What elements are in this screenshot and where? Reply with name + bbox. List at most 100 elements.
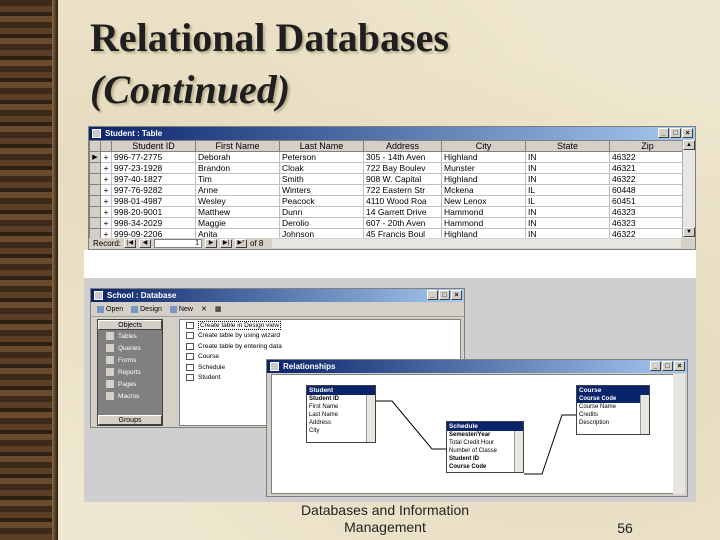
column-header[interactable]: Address (363, 140, 442, 152)
table-cell[interactable]: Munster (441, 162, 526, 174)
table-cell[interactable]: 46323 (609, 206, 686, 218)
table-cell[interactable]: 14 Garrett Drive (363, 206, 442, 218)
field-list-scrollbar[interactable] (514, 431, 523, 472)
table-row[interactable]: +997-76-9282 Anne Winters 722 Eastern Str Mc… (89, 184, 686, 196)
close-button[interactable]: × (451, 290, 462, 300)
table-cell[interactable]: 46322 (609, 151, 686, 163)
record-selector[interactable] (89, 173, 101, 185)
scroll-down-arrow-icon[interactable]: ▼ (683, 227, 695, 237)
table-cell[interactable]: 4110 Wood Roa (363, 195, 442, 207)
field-item[interactable]: Number of Classe (447, 447, 523, 455)
new-record-icon[interactable]: ▶* (235, 239, 248, 248)
record-selector[interactable]: ▶ (89, 151, 101, 163)
field-item[interactable]: Course Code (577, 395, 649, 403)
table-row[interactable]: +998-01-4987 Wesley Peacock 4110 Wood Roa Ne… (89, 195, 686, 207)
maximize-button[interactable]: □ (439, 290, 450, 300)
close-button[interactable]: × (674, 361, 685, 371)
next-record-icon[interactable]: ▶ (205, 239, 218, 248)
open-button[interactable]: Open (97, 305, 123, 313)
table-cell[interactable]: Peterson (279, 151, 364, 163)
table-cell[interactable]: Winters (279, 184, 364, 196)
table-cell[interactable]: 908 W. Capital (363, 173, 442, 185)
expand-icon[interactable]: + (100, 184, 112, 196)
table-cell[interactable]: IN (525, 151, 610, 163)
student-table-box[interactable]: Student Student ID First Name Last Name Addr… (306, 385, 376, 443)
table-cell[interactable]: IL (525, 195, 610, 207)
previous-record-icon[interactable]: ◀ (139, 239, 152, 248)
close-button[interactable]: × (682, 128, 693, 138)
delete-icon[interactable]: ✕ (201, 305, 207, 313)
table-cell[interactable]: Tim (195, 173, 280, 185)
database-window-titlebar[interactable]: School : Database _ □ × (91, 289, 464, 302)
relationships-window-titlebar[interactable]: Relationships _ □ × (267, 360, 687, 373)
field-item[interactable]: Course Code (447, 463, 523, 471)
table-cell[interactable]: IN (525, 173, 610, 185)
table-cell[interactable]: 46321 (609, 162, 686, 174)
expand-icon[interactable]: + (100, 151, 112, 163)
table-cell[interactable]: Derolio (279, 217, 364, 229)
field-item[interactable]: Student ID (307, 395, 375, 403)
table-cell[interactable]: 46323 (609, 217, 686, 229)
table-cell[interactable]: IN (525, 217, 610, 229)
table-cell[interactable]: 60451 (609, 195, 686, 207)
field-item[interactable]: Total Credit Hour (447, 439, 523, 447)
table-cell[interactable]: 997-76-9282 (111, 184, 196, 196)
objects-header[interactable]: Objects (98, 320, 162, 330)
field-item[interactable]: Address (307, 419, 375, 427)
expand-icon[interactable]: + (100, 195, 112, 207)
field-list-scrollbar[interactable] (640, 395, 649, 434)
table-row[interactable]: +997-23-1928 Brandon Cloak 722 Bay Boulev Mu… (89, 162, 686, 174)
record-selector[interactable] (89, 206, 101, 218)
table-cell[interactable]: 722 Eastern Str (363, 184, 442, 196)
table-cell[interactable]: Deborah (195, 151, 280, 163)
table-cell[interactable]: IN (525, 206, 610, 218)
column-header[interactable]: Student ID (111, 140, 196, 152)
field-list-scrollbar[interactable] (366, 395, 375, 442)
first-record-icon[interactable]: |◀ (124, 239, 137, 248)
field-item[interactable]: First Name (307, 403, 375, 411)
student-window-titlebar[interactable]: Student : Table _ □ × (89, 127, 695, 140)
table-cell[interactable]: Peacock (279, 195, 364, 207)
table-cell[interactable]: Mckena (441, 184, 526, 196)
table-cell[interactable]: 305 - 14th Aven (363, 151, 442, 163)
table-cell[interactable]: Cloak (279, 162, 364, 174)
record-selector[interactable] (89, 195, 101, 207)
maximize-button[interactable]: □ (662, 361, 673, 371)
table-row[interactable]: +998-20-9001 Matthew Dunn 14 Garrett Drive H… (89, 206, 686, 218)
table-row[interactable]: ▶ +996-77-2775 Deborah Peterson 305 - 14th A… (89, 151, 686, 163)
table-cell[interactable]: New Lenox (441, 195, 526, 207)
table-cell[interactable]: 46322 (609, 173, 686, 185)
expand-icon[interactable]: + (100, 173, 112, 185)
design-button[interactable]: Design (131, 305, 162, 313)
relationships-scrollbar[interactable] (673, 374, 685, 494)
view-icon[interactable]: ▦ (215, 305, 222, 313)
table-cell[interactable]: Brandon (195, 162, 280, 174)
table-cell[interactable]: Hammond (441, 206, 526, 218)
table-cell[interactable]: Dunn (279, 206, 364, 218)
field-item[interactable]: Student ID (447, 455, 523, 463)
table-row[interactable]: +997-40-1827 Tim Smith 908 W. Capital Highla… (89, 173, 686, 185)
table-cell[interactable]: 997-23-1928 (111, 162, 196, 174)
table-cell[interactable]: Highland (441, 173, 526, 185)
database-list-item[interactable]: Create table by using wizard (180, 331, 460, 342)
expand-icon[interactable]: + (100, 206, 112, 218)
object-tables[interactable]: Tables (98, 330, 162, 342)
vertical-scrollbar[interactable]: ▲ ▼ (682, 140, 695, 239)
record-selector[interactable] (89, 217, 101, 229)
table-cell[interactable]: 996-77-2775 (111, 151, 196, 163)
minimize-button[interactable]: _ (658, 128, 669, 138)
table-cell[interactable]: Matthew (195, 206, 280, 218)
new-button[interactable]: New (169, 305, 193, 313)
column-header[interactable]: Last Name (279, 140, 364, 152)
table-cell[interactable]: Anne (195, 184, 280, 196)
table-cell[interactable]: 998-34-2029 (111, 217, 196, 229)
minimize-button[interactable]: _ (650, 361, 661, 371)
column-header[interactable]: First Name (195, 140, 280, 152)
object-forms[interactable]: Forms (98, 354, 162, 366)
database-list-item[interactable]: Create table by entering data (180, 341, 460, 352)
expand-icon[interactable]: + (100, 217, 112, 229)
object-queries[interactable]: Queries (98, 342, 162, 354)
scroll-up-arrow-icon[interactable]: ▲ (683, 140, 695, 150)
groups-header[interactable]: Groups (98, 415, 162, 425)
field-item[interactable]: Description (577, 419, 649, 427)
